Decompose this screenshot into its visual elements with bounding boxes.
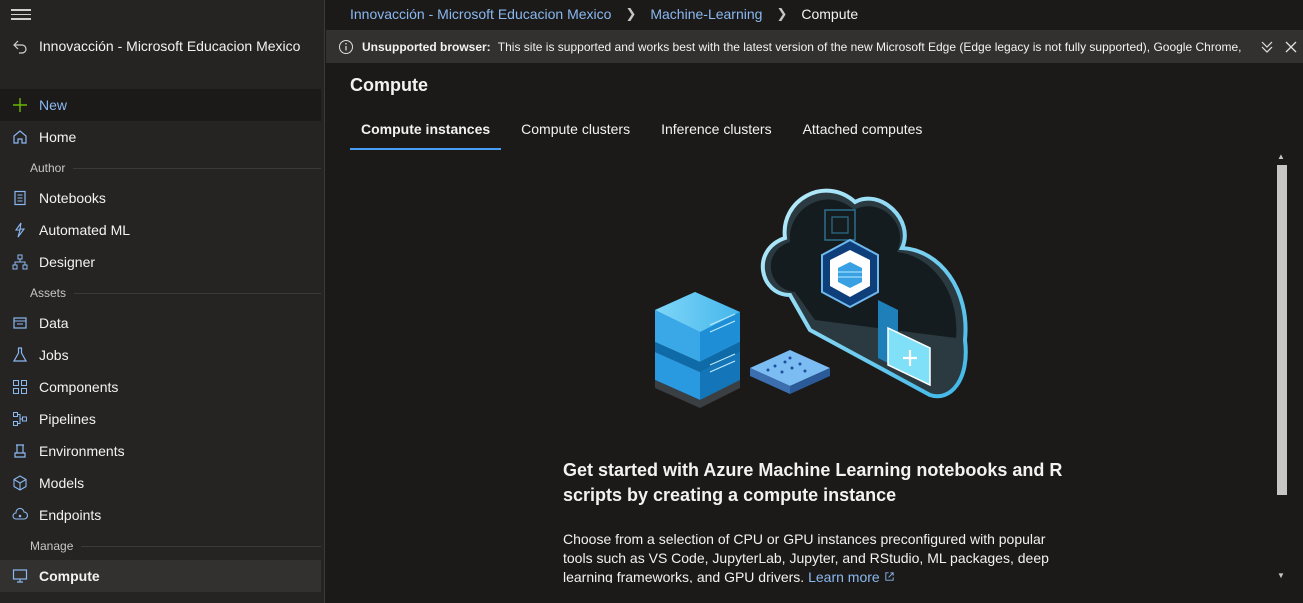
sidebar-item-components[interactable]: Components xyxy=(0,371,321,403)
components-icon xyxy=(0,379,39,395)
data-icon xyxy=(0,315,39,331)
sidebar-item-compute[interactable]: Compute xyxy=(0,560,321,592)
back-arrow-icon[interactable] xyxy=(0,38,39,54)
sidebar-item-label: Models xyxy=(39,475,85,491)
section-manage: Manage xyxy=(0,539,321,553)
pipelines-icon xyxy=(0,411,39,427)
double-chevron-down-icon[interactable] xyxy=(1259,39,1275,58)
section-label: Author xyxy=(30,161,66,175)
sidebar-item-label: Automated ML xyxy=(39,222,131,238)
environments-icon xyxy=(0,443,39,459)
designer-icon xyxy=(0,254,39,270)
sidebar-item-label: Endpoints xyxy=(39,507,102,523)
section-label: Manage xyxy=(30,539,74,553)
chevron-right-icon: ❯ xyxy=(625,6,637,21)
sidebar-item-label: Data xyxy=(39,315,69,331)
info-icon xyxy=(338,39,354,55)
section-author: Author xyxy=(0,161,321,175)
sidebar-item-environments[interactable]: Environments xyxy=(0,435,321,467)
tab-compute-instances[interactable]: Compute instances xyxy=(350,113,502,150)
banner-title: Unsupported browser: xyxy=(362,39,491,54)
description-text: Choose from a selection of CPU or GPU in… xyxy=(563,531,1049,583)
new-button[interactable]: New xyxy=(0,89,321,121)
breadcrumb: Innovacción - Microsoft Educacion Mexico… xyxy=(326,0,1303,28)
sidebar-item-label: Compute xyxy=(39,568,100,584)
sidebar-item-data[interactable]: Data xyxy=(0,307,321,339)
breadcrumb-current: Compute xyxy=(801,6,859,22)
automated-ml-icon xyxy=(0,222,39,238)
left-navigation: Innovacción - Microsoft Educacion Mexico… xyxy=(0,0,325,603)
external-link-icon xyxy=(884,572,894,581)
learn-more-link[interactable]: Learn more xyxy=(808,569,894,583)
section-label: Assets xyxy=(30,286,67,300)
sidebar-item-designer[interactable]: Designer xyxy=(0,246,321,278)
tab-attached-computes[interactable]: Attached computes xyxy=(792,113,934,148)
sidebar-item-label: Designer xyxy=(39,254,96,270)
workspace-switcher[interactable]: Innovacción - Microsoft Educacion Mexico xyxy=(0,30,324,62)
workspace-name: Innovacción - Microsoft Educacion Mexico xyxy=(39,38,301,54)
tab-compute-clusters[interactable]: Compute clusters xyxy=(510,113,641,148)
sidebar-item-jobs[interactable]: Jobs xyxy=(0,339,321,371)
scroll-up-icon[interactable]: ▲ xyxy=(1277,152,1285,161)
sidebar-item-label: Environments xyxy=(39,443,125,459)
page-title: Compute xyxy=(350,75,428,95)
sidebar-item-label: Components xyxy=(39,379,119,395)
close-icon[interactable] xyxy=(1283,39,1299,58)
hamburger-menu-icon[interactable] xyxy=(11,6,31,22)
cube-icon xyxy=(0,475,39,491)
home-icon xyxy=(0,129,39,145)
notebook-icon xyxy=(0,190,39,206)
sidebar-item-endpoints[interactable]: Endpoints xyxy=(0,499,321,531)
sidebar-item-models[interactable]: Models xyxy=(0,467,321,499)
sidebar-item-home[interactable]: Home xyxy=(0,121,321,153)
compute-illustration xyxy=(655,188,968,408)
flask-icon xyxy=(0,347,39,363)
sidebar-item-label: Jobs xyxy=(39,347,69,363)
sidebar-item-automated-ml[interactable]: Automated ML xyxy=(0,214,321,246)
sidebar-item-pipelines[interactable]: Pipelines xyxy=(0,403,321,435)
sidebar-item-notebooks[interactable]: Notebooks xyxy=(0,182,321,214)
breadcrumb-workspace[interactable]: Innovacción - Microsoft Educacion Mexico xyxy=(350,6,611,22)
scrollbar-thumb[interactable] xyxy=(1277,165,1287,495)
sidebar-item-label: Home xyxy=(39,129,77,145)
new-label: New xyxy=(39,97,68,113)
empty-state-description: Choose from a selection of CPU or GPU in… xyxy=(563,530,1063,583)
scroll-down-icon[interactable]: ▼ xyxy=(1277,571,1285,580)
sidebar-item-label: Notebooks xyxy=(39,190,106,206)
unsupported-browser-banner: Unsupported browser: This site is suppor… xyxy=(326,30,1303,63)
breadcrumb-machine-learning[interactable]: Machine-Learning xyxy=(650,6,762,22)
empty-state-heading: Get started with Azure Machine Learning … xyxy=(563,460,1063,505)
banner-message: This site is supported and works best wi… xyxy=(497,39,1242,54)
plus-icon xyxy=(0,97,39,113)
cloud-endpoint-icon xyxy=(0,507,39,523)
section-assets: Assets xyxy=(0,286,321,300)
tab-inference-clusters[interactable]: Inference clusters xyxy=(650,113,783,148)
sidebar-item-label: Pipelines xyxy=(39,411,96,427)
learn-more-label: Learn more xyxy=(808,569,880,583)
compute-tabs: Compute instances Compute clusters Infer… xyxy=(350,113,942,150)
monitor-icon xyxy=(0,568,39,584)
chevron-right-icon: ❯ xyxy=(776,6,788,21)
